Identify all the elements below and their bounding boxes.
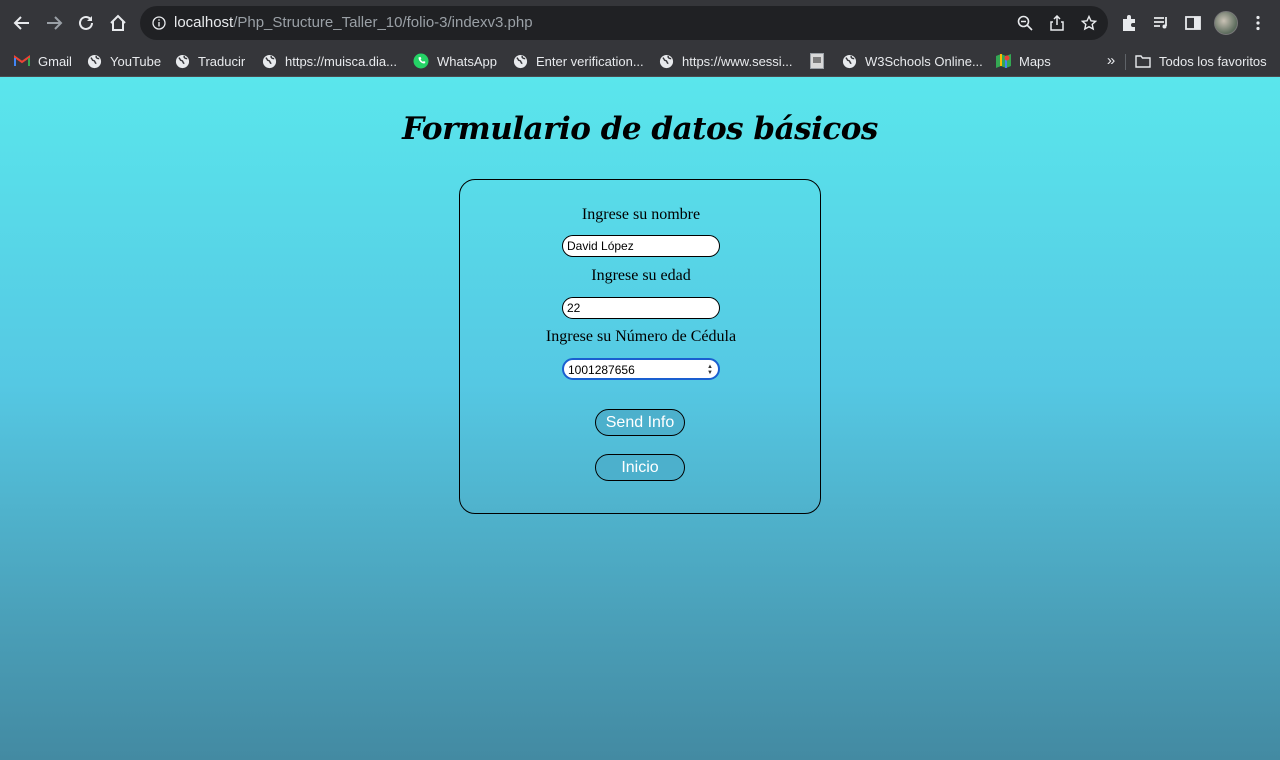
globe-icon: [841, 53, 857, 69]
arrow-right-icon: [47, 16, 63, 30]
home-button[interactable]: [103, 8, 133, 38]
globe-icon: [174, 53, 190, 69]
home-link-button[interactable]: Inicio: [595, 454, 685, 481]
page-icon: [809, 53, 825, 69]
bookmark-label: Enter verification...: [536, 53, 644, 69]
side-panel-icon[interactable]: [1182, 12, 1204, 34]
browser-toolbar: localhost/Php_Structure_Taller_10/folio-…: [0, 0, 1280, 46]
url-path: /Php_Structure_Taller_10/folio-3/indexv3…: [233, 14, 533, 31]
bookmark-traducir[interactable]: Traducir: [174, 51, 245, 71]
id-number-value: 1001287656: [568, 363, 635, 377]
name-label: Ingrese su nombre: [581, 206, 701, 223]
media-controls-icon[interactable]: [1150, 12, 1172, 34]
bookmark-label: https://www.sessi...: [682, 53, 793, 69]
globe-icon: [658, 53, 674, 69]
bookmark-muisca[interactable]: https://muisca.dia...: [261, 51, 397, 71]
bookmark-label: W3Schools Online...: [865, 53, 983, 69]
bookmarks-bar: Gmail YouTube Traducir https://muisca.di…: [0, 46, 1280, 77]
bookmark-label: WhatsApp: [437, 53, 497, 69]
bookmark-label: Gmail: [38, 53, 72, 69]
bookmark-sessi[interactable]: https://www.sessi...: [658, 51, 793, 71]
back-button[interactable]: [7, 8, 37, 38]
bookmark-label: Maps: [1019, 53, 1051, 69]
home-icon: [110, 14, 126, 31]
gmail-icon: [14, 53, 30, 69]
bookmarks-divider: [1125, 54, 1126, 70]
bookmark-maps[interactable]: Maps: [995, 51, 1051, 71]
age-input[interactable]: [562, 297, 720, 319]
share-icon[interactable]: [1048, 14, 1066, 32]
basic-data-form: Ingrese su nombre Ingrese su edad Ingres…: [459, 179, 821, 514]
send-info-button[interactable]: Send Info: [595, 409, 685, 436]
maps-icon: [995, 53, 1011, 69]
arrow-left-icon: [13, 16, 29, 30]
forward-button[interactable]: [39, 8, 69, 38]
bookmark-star-icon[interactable]: [1080, 14, 1098, 32]
bookmark-gmail[interactable]: Gmail: [14, 51, 72, 71]
bookmark-w3schools[interactable]: W3Schools Online...: [841, 51, 983, 71]
url-text[interactable]: localhost/Php_Structure_Taller_10/folio-…: [174, 14, 533, 32]
zoom-icon[interactable]: [1016, 14, 1034, 32]
globe-icon: [512, 53, 528, 69]
bookmark-label: https://muisca.dia...: [285, 53, 397, 69]
address-bar[interactable]: localhost/Php_Structure_Taller_10/folio-…: [140, 6, 1108, 40]
whatsapp-icon: [413, 53, 429, 69]
site-info-icon[interactable]: [150, 14, 168, 32]
more-bookmarks-button[interactable]: »: [1102, 51, 1120, 71]
menu-kebab-icon[interactable]: [1247, 12, 1269, 34]
id-number-input[interactable]: 1001287656 ▲ ▼: [562, 358, 720, 380]
bookmark-whatsapp[interactable]: WhatsApp: [413, 51, 497, 71]
reload-icon: [79, 15, 93, 30]
page-title: Formulario de datos básicos: [402, 111, 878, 147]
bookmark-page[interactable]: [809, 51, 833, 71]
profile-avatar[interactable]: [1214, 11, 1238, 35]
bookmark-enter-verification[interactable]: Enter verification...: [512, 51, 644, 71]
all-bookmarks-label: Todos los favoritos: [1159, 53, 1267, 69]
folder-icon: [1135, 53, 1151, 69]
bookmark-label: YouTube: [110, 53, 162, 69]
extensions-icon[interactable]: [1118, 12, 1140, 34]
name-input[interactable]: [562, 235, 720, 257]
id-number-label: Ingrese su Número de Cédula: [545, 328, 737, 345]
globe-icon: [261, 53, 277, 69]
all-bookmarks-folder[interactable]: Todos los favoritos: [1135, 51, 1267, 71]
page-viewport: Formulario de datos básicos Ingrese su n…: [0, 77, 1280, 760]
globe-icon: [86, 53, 102, 69]
age-label: Ingrese su edad: [591, 267, 691, 284]
url-host: localhost: [174, 14, 234, 31]
bookmark-youtube[interactable]: YouTube: [86, 51, 161, 71]
reload-button[interactable]: [71, 8, 101, 38]
number-spinner-icon[interactable]: ▲ ▼: [706, 364, 714, 376]
bookmark-label: Traducir: [198, 53, 246, 69]
